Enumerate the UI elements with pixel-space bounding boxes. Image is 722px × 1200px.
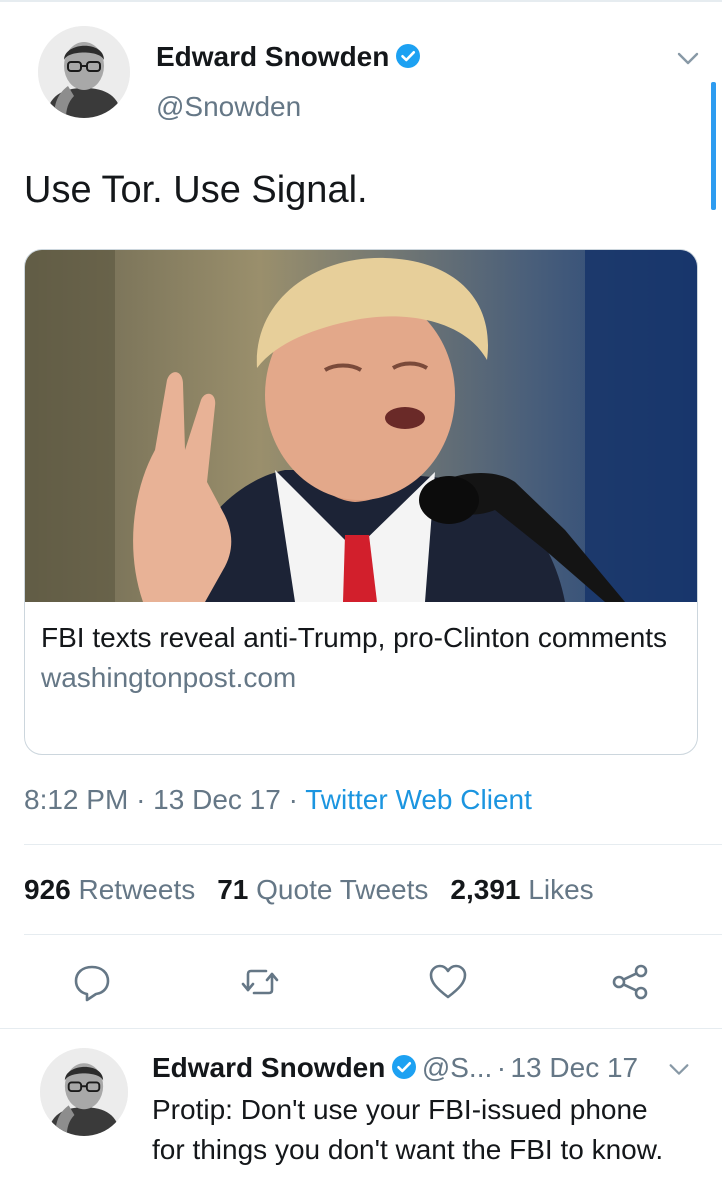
- avatar-portrait-image: [40, 1048, 128, 1136]
- quote-tweets-count: 71: [217, 874, 249, 905]
- author-name-row[interactable]: Edward Snowden: [156, 40, 421, 82]
- author-avatar[interactable]: [38, 26, 130, 118]
- link-card-image: [25, 250, 697, 602]
- reply-author-avatar[interactable]: [40, 1048, 128, 1136]
- retweet-button[interactable]: [236, 958, 284, 1006]
- author-name[interactable]: Edward Snowden: [156, 41, 389, 72]
- like-button[interactable]: [424, 958, 472, 1006]
- reply-text: Protip: Don't use your FBI-issued phone …: [152, 1094, 664, 1165]
- author-handle[interactable]: @Snowden: [156, 90, 301, 124]
- tweet-text: Use Tor. Use Signal.: [24, 169, 368, 211]
- divider: [24, 934, 722, 935]
- tweet-stats: 926 Retweets 71 Quote Tweets 2,391 Likes: [24, 872, 616, 908]
- link-card-title: FBI texts reveal anti-Trump, pro-Clinton…: [41, 622, 668, 653]
- divider: [24, 844, 722, 845]
- tweet-meta: 8:12 PM · 13 Dec 17 · Twitter Web Client: [24, 782, 532, 818]
- avatar-portrait-image: [38, 26, 130, 118]
- reply-icon: [74, 965, 110, 1002]
- reply-author-handle[interactable]: @S...: [422, 1052, 492, 1083]
- tweet-date[interactable]: 13 Dec 17: [153, 784, 281, 815]
- chevron-down-icon[interactable]: [666, 1056, 692, 1082]
- quote-tweets-label: Quote Tweets: [256, 874, 429, 905]
- meta-separator: ·: [136, 784, 146, 815]
- retweet-icon: [241, 969, 279, 995]
- meta-separator: ·: [288, 784, 298, 815]
- reply-header: Edward Snowden @S... · 13 Dec 17: [152, 1050, 638, 1094]
- share-icon: [612, 964, 648, 1000]
- heart-icon: [429, 964, 467, 999]
- retweets-label: Retweets: [78, 874, 196, 905]
- chevron-down-icon[interactable]: [674, 44, 702, 72]
- reply-author-name[interactable]: Edward Snowden: [152, 1052, 385, 1083]
- likes-label: Likes: [528, 874, 594, 905]
- likes-stat[interactable]: 2,391 Likes: [450, 874, 593, 905]
- likes-count: 2,391: [450, 874, 521, 905]
- top-divider: [0, 0, 722, 2]
- retweets-stat[interactable]: 926 Retweets: [24, 874, 195, 905]
- verified-badge-icon: [395, 43, 421, 82]
- reply-date[interactable]: 13 Dec 17: [510, 1052, 638, 1083]
- link-card-domain: washingtonpost.com: [41, 662, 297, 693]
- link-card[interactable]: FBI texts reveal anti-Trump, pro-Clinton…: [24, 249, 698, 755]
- tweet-client-link[interactable]: Twitter Web Client: [305, 784, 532, 815]
- verified-badge-icon: [391, 1054, 417, 1094]
- divider: [0, 1028, 722, 1029]
- retweets-count: 926: [24, 874, 71, 905]
- share-button[interactable]: [606, 958, 654, 1006]
- reply-button[interactable]: [68, 958, 116, 1006]
- scrollbar-thumb[interactable]: [711, 82, 716, 210]
- tweet-time[interactable]: 8:12 PM: [24, 784, 128, 815]
- meta-separator: ·: [496, 1052, 507, 1083]
- quote-tweets-stat[interactable]: 71 Quote Tweets: [217, 874, 428, 905]
- link-card-body: FBI texts reveal anti-Trump, pro-Clinton…: [41, 618, 681, 698]
